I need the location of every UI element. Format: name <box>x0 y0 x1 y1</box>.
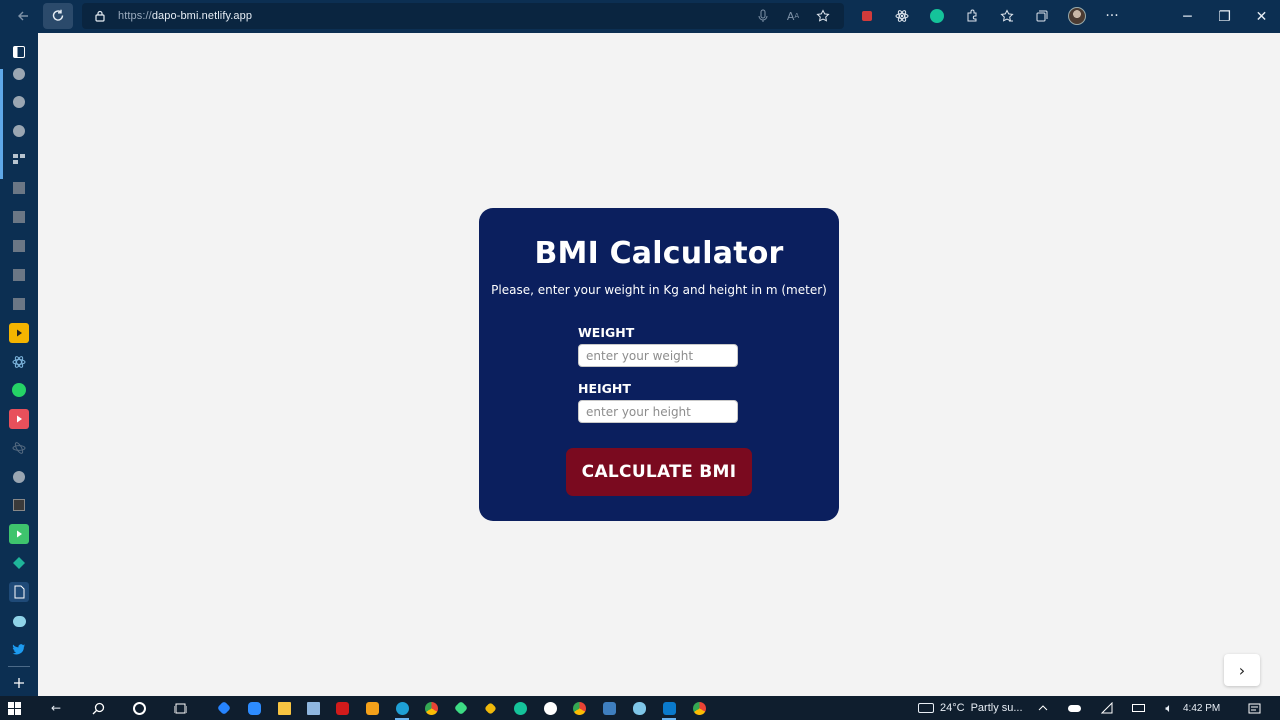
react-icon[interactable] <box>9 352 29 372</box>
url-text[interactable]: https://dapo-bmi.netlify.app <box>118 10 252 22</box>
wifi-icon[interactable] <box>1097 698 1117 718</box>
chat-icon[interactable] <box>9 611 29 631</box>
restore-button[interactable]: ❐ <box>1206 0 1243 33</box>
vscode-icon[interactable] <box>659 698 679 720</box>
cortana-icon[interactable] <box>129 698 149 718</box>
bmi-calculator-card: BMI Calculator Please, enter your weight… <box>479 208 839 521</box>
chrome-app-icon[interactable] <box>9 121 29 141</box>
react-icon[interactable] <box>9 438 29 458</box>
youtube-icon[interactable] <box>9 409 29 429</box>
app-icon[interactable] <box>9 236 29 256</box>
edge-dev-icon[interactable] <box>599 698 619 718</box>
add-favorite-icon[interactable] <box>810 3 836 29</box>
add-icon[interactable] <box>9 673 29 693</box>
height-label: HEIGHT <box>578 381 631 396</box>
browser-sidebar <box>0 33 38 696</box>
chat-icon[interactable] <box>629 698 649 718</box>
chrome-icon[interactable] <box>421 698 441 718</box>
app-icon[interactable] <box>540 698 560 718</box>
page-content: BMI Calculator Please, enter your weight… <box>38 33 1280 696</box>
height-input[interactable] <box>578 400 738 423</box>
app-icon[interactable] <box>9 265 29 285</box>
browser-toolbar: https://dapo-bmi.netlify.app AA ··· ─ ❐ … <box>0 0 1280 33</box>
weather-text: Partly su... <box>970 702 1023 714</box>
whatsapp-icon[interactable] <box>9 380 29 400</box>
reload-icon[interactable] <box>43 3 73 29</box>
app-icon[interactable] <box>9 294 29 314</box>
height-field-group: HEIGHT <box>578 381 738 423</box>
battery-icon[interactable] <box>1128 698 1148 718</box>
edge-icon[interactable] <box>392 698 412 720</box>
page-title: BMI Calculator <box>534 236 784 271</box>
read-aloud-icon[interactable]: AA <box>780 3 806 29</box>
more-icon[interactable]: ··· <box>1097 3 1127 29</box>
diamond-icon[interactable] <box>9 553 29 573</box>
binance-icon[interactable] <box>480 698 500 718</box>
weight-field-group: WEIGHT <box>578 325 738 367</box>
sidebar-active-accent <box>0 69 3 179</box>
chrome-icon[interactable] <box>689 698 709 718</box>
start-icon[interactable] <box>4 698 24 718</box>
windows-taskbar: ← 24°C Partly su... 🔈︎ 4:42 PM <box>0 696 1280 720</box>
file-explorer-icon[interactable] <box>274 698 294 718</box>
next-chevron-button[interactable]: › <box>1224 654 1260 686</box>
play-icon[interactable] <box>9 524 29 544</box>
clock[interactable]: 4:42 PM <box>1183 696 1220 720</box>
sidebar-divider <box>8 666 30 667</box>
profile-avatar[interactable] <box>1062 3 1092 29</box>
acrobat-icon[interactable] <box>332 698 352 718</box>
search-icon[interactable] <box>88 698 108 718</box>
chrome-app-icon[interactable] <box>9 467 29 487</box>
weight-input[interactable] <box>578 344 738 367</box>
minimize-button[interactable]: ─ <box>1169 0 1206 33</box>
close-button[interactable]: ✕ <box>1243 0 1280 33</box>
collections-icon[interactable] <box>1027 3 1057 29</box>
favorites-icon[interactable] <box>992 3 1022 29</box>
task-view-icon[interactable] <box>170 698 190 718</box>
chrome-icon[interactable] <box>569 698 589 718</box>
app-icon[interactable] <box>9 207 29 227</box>
weather-widget[interactable]: 24°C Partly su... <box>918 696 1023 720</box>
onedrive-icon[interactable] <box>1064 698 1084 718</box>
back-icon[interactable]: ← <box>46 698 66 718</box>
microphone-icon[interactable] <box>750 3 776 29</box>
weight-label: WEIGHT <box>578 325 635 340</box>
lock-icon[interactable] <box>82 10 118 22</box>
chevron-up-icon[interactable] <box>1033 698 1053 718</box>
vlc-icon[interactable] <box>362 698 382 718</box>
back-arrow-icon[interactable] <box>8 3 38 29</box>
app-icon[interactable] <box>9 495 29 515</box>
calculate-bmi-button[interactable]: CALCULATE BMI <box>566 448 752 496</box>
chrome-app-icon[interactable] <box>9 92 29 112</box>
weather-icon <box>918 703 934 713</box>
page-icon[interactable] <box>9 582 29 602</box>
volume-icon[interactable]: 🔈︎ <box>1159 698 1179 718</box>
grammarly-icon[interactable] <box>922 3 952 29</box>
tools-icon[interactable] <box>9 149 29 169</box>
address-bar[interactable]: https://dapo-bmi.netlify.app AA <box>82 3 844 29</box>
app-icon[interactable] <box>9 178 29 198</box>
twitter-icon[interactable] <box>9 639 29 659</box>
weather-temp: 24°C <box>940 702 965 714</box>
sourcetree-icon[interactable] <box>214 698 234 718</box>
react-devtools-icon[interactable] <box>887 3 917 29</box>
chrome-app-icon[interactable] <box>9 64 29 84</box>
grammarly-icon[interactable] <box>510 698 530 718</box>
record-icon[interactable] <box>852 3 882 29</box>
android-studio-icon[interactable] <box>451 698 471 718</box>
youtube-icon[interactable] <box>9 323 29 343</box>
tab-actions-icon[interactable] <box>9 42 29 62</box>
zoom-icon[interactable] <box>244 698 264 718</box>
extensions-puzzle-icon[interactable] <box>957 3 987 29</box>
notifications-icon[interactable] <box>1244 698 1264 718</box>
notepad-icon[interactable] <box>303 698 323 718</box>
instructions-text: Please, enter your weight in Kg and heig… <box>491 283 827 297</box>
